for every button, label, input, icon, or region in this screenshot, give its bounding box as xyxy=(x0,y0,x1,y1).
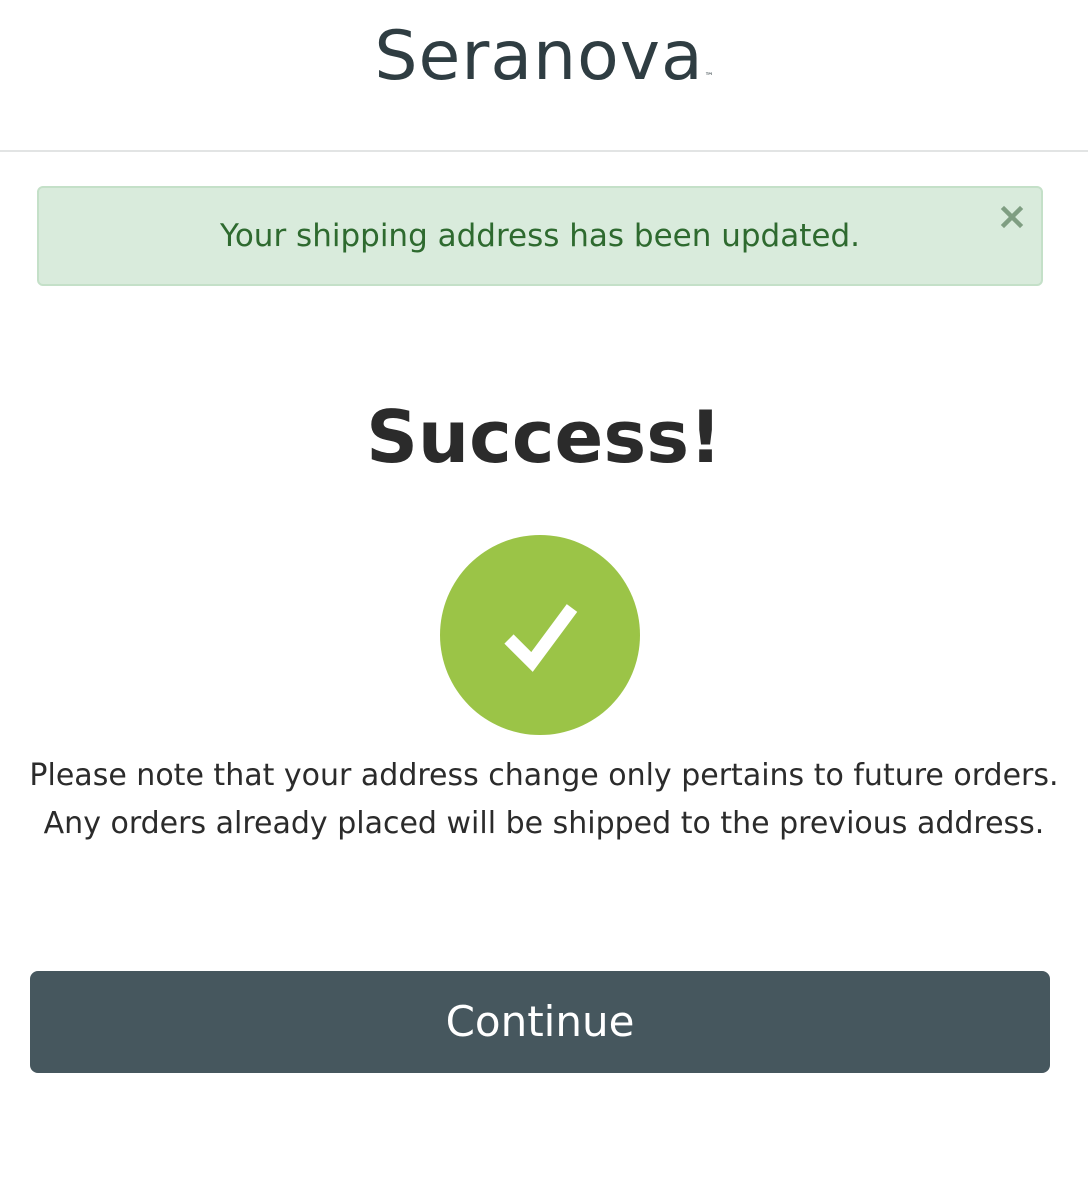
logo[interactable]: Seranova™ xyxy=(0,20,1088,114)
logo-text: Seranova xyxy=(374,17,704,96)
success-alert: Your shipping address has been updated. xyxy=(37,186,1043,286)
continue-button[interactable]: Continue xyxy=(30,971,1050,1073)
page-header: Seranova™ xyxy=(0,0,1088,152)
note-line-2: Any orders already placed will be shippe… xyxy=(43,806,1045,841)
close-icon[interactable] xyxy=(997,202,1027,232)
address-change-note: Please note that your address change onl… xyxy=(0,752,1088,848)
note-line-1: Please note that your address change onl… xyxy=(29,758,1059,793)
checkmark-icon xyxy=(440,535,640,735)
logo-trademark: ™ xyxy=(704,72,714,82)
alert-message: Your shipping address has been updated. xyxy=(220,218,860,254)
page-title: Success! xyxy=(366,395,722,479)
